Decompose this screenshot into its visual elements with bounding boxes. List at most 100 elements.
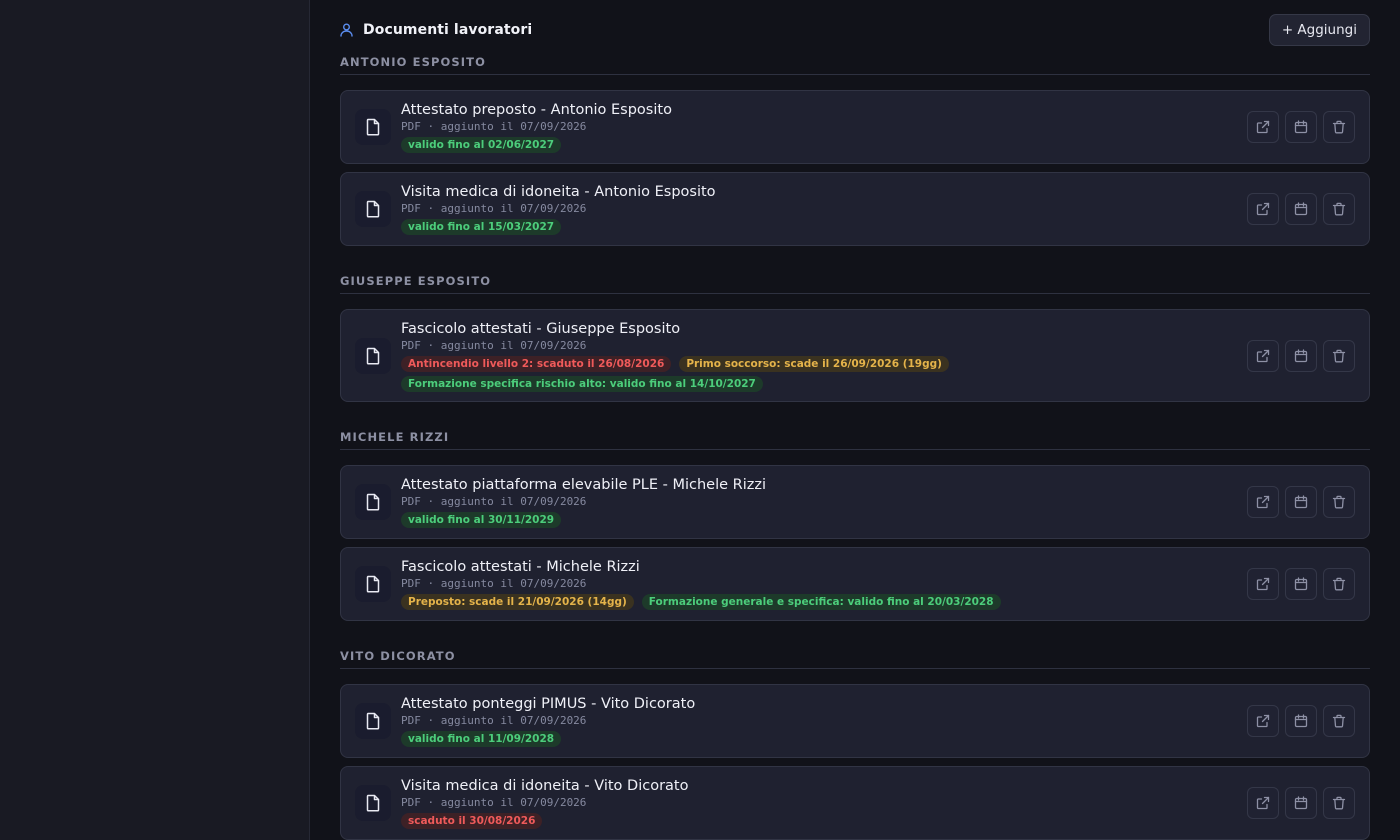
calendar-icon [1294,714,1308,728]
set-expiry-button[interactable] [1285,568,1317,600]
open-document-button[interactable] [1247,193,1279,225]
document-info: Fascicolo attestati - Michele Rizzi PDF ·… [401,558,1247,610]
main-panel: Documenti lavoratori + Aggiungi ANTONIO … [310,0,1400,840]
external-link-icon [1256,796,1270,810]
status-badge: Formazione generale e specifica: valido … [641,594,1001,610]
status-badge: Formazione specifica rischio alto: valid… [401,375,763,392]
user-icon [340,23,353,37]
document-card[interactable]: Visita medica di idoneita - Vito Dicorat… [340,766,1370,840]
status-badges: valido fino al 15/03/2027 [401,219,1001,235]
document-meta: PDF · aggiunto il 07/09/2026 [401,796,587,809]
worker-group: ANTONIO ESPOSITO Attestato preposto - Ant… [340,55,1370,274]
set-expiry-button[interactable] [1285,111,1317,143]
calendar-icon [1294,796,1308,810]
document-title: Attestato ponteggi PIMUS - Vito Dicorato [401,696,696,712]
calendar-icon [1294,120,1308,134]
set-expiry-button[interactable] [1285,193,1317,225]
open-document-button[interactable] [1247,339,1279,372]
worker-group: VITO DICORATO Attestato ponteggi PIMUS - … [340,649,1370,840]
status-badge: Primo soccorso: scade il 26/09/2026 (19g… [679,355,949,372]
open-document-button[interactable] [1247,111,1279,143]
open-document-button[interactable] [1247,787,1279,819]
delete-document-button[interactable] [1323,193,1355,225]
external-link-icon [1256,495,1270,509]
document-card[interactable]: Attestato piattaforma elevabile PLE - Mi… [340,465,1370,539]
document-meta: PDF · aggiunto il 07/09/2026 [401,202,587,215]
file-icon [355,109,391,145]
header-title-group: Documenti lavoratori [340,22,532,38]
external-link-icon [1256,714,1270,728]
document-info: Attestato preposto - Antonio Esposito PDF… [401,101,1247,153]
document-card[interactable]: Fascicolo attestati - Giuseppe Esposito P… [340,309,1370,402]
worker-name-heading: GIUSEPPE ESPOSITO [340,274,1370,294]
status-badge: valido fino al 15/03/2027 [401,219,562,235]
document-meta: PDF · aggiunto il 07/09/2026 [401,577,587,590]
document-title: Visita medica di idoneita - Vito Dicorat… [401,778,689,794]
document-title: Fascicolo attestati - Michele Rizzi [401,559,640,575]
document-meta: PDF · aggiunto il 07/09/2026 [401,714,587,727]
open-document-button[interactable] [1247,705,1279,737]
worker-group: GIUSEPPE ESPOSITO Fascicolo attestati - G… [340,274,1370,430]
set-expiry-button[interactable] [1285,486,1317,518]
set-expiry-button[interactable] [1285,705,1317,737]
document-actions [1247,787,1355,819]
delete-document-button[interactable] [1323,486,1355,518]
document-meta: PDF · aggiunto il 07/09/2026 [401,120,587,133]
document-card[interactable]: Visita medica di idoneita - Antonio Espo… [340,172,1370,246]
status-badge: valido fino al 11/09/2028 [401,731,562,747]
status-badges: Preposto: scade il 21/09/2026 (14gg) Form… [401,594,1001,610]
set-expiry-button[interactable] [1285,787,1317,819]
delete-document-button[interactable] [1323,339,1355,372]
external-link-icon [1256,202,1270,216]
sidebar [0,0,310,840]
page-header: Documenti lavoratori + Aggiungi [340,14,1370,46]
status-badge: Preposto: scade il 21/09/2026 (14gg) [401,594,634,610]
open-document-button[interactable] [1247,568,1279,600]
status-badges: scaduto il 30/08/2026 [401,813,1001,829]
worker-name-heading: ANTONIO ESPOSITO [340,55,1370,75]
app-layout: Documenti lavoratori + Aggiungi ANTONIO … [0,0,1400,840]
delete-document-button[interactable] [1323,568,1355,600]
status-badge: scaduto il 30/08/2026 [401,813,543,829]
file-icon [355,337,391,374]
calendar-icon [1294,495,1308,509]
trash-icon [1332,495,1346,509]
status-badges: valido fino al 11/09/2028 [401,731,1001,747]
document-card[interactable]: Fascicolo attestati - Michele Rizzi PDF ·… [340,547,1370,621]
document-card[interactable]: Attestato ponteggi PIMUS - Vito Dicorato… [340,684,1370,758]
file-icon [355,785,391,821]
status-badges: Antincendio livello 2: scaduto il 26/08/… [401,355,1001,392]
status-badges: valido fino al 02/06/2027 [401,137,1001,153]
document-info: Fascicolo attestati - Giuseppe Esposito P… [401,320,1247,392]
trash-icon [1332,714,1346,728]
external-link-icon [1256,577,1270,591]
document-info: Attestato ponteggi PIMUS - Vito Dicorato… [401,695,1247,747]
document-info: Attestato piattaforma elevabile PLE - Mi… [401,476,1247,528]
document-actions [1247,111,1355,143]
documents-list: ANTONIO ESPOSITO Attestato preposto - Ant… [340,55,1370,840]
calendar-icon [1294,577,1308,591]
document-title: Visita medica di idoneita - Antonio Espo… [401,184,716,200]
document-card[interactable]: Attestato preposto - Antonio Esposito PDF… [340,90,1370,164]
document-meta: PDF · aggiunto il 07/09/2026 [401,495,587,508]
file-icon [355,191,391,227]
document-title: Attestato piattaforma elevabile PLE - Mi… [401,477,767,493]
file-icon [355,484,391,520]
external-link-icon [1256,349,1270,363]
page-title: Documenti lavoratori [363,22,533,38]
delete-document-button[interactable] [1323,705,1355,737]
document-meta: PDF · aggiunto il 07/09/2026 [401,338,587,352]
delete-document-button[interactable] [1323,111,1355,143]
calendar-icon [1294,202,1308,216]
worker-group: MICHELE RIZZI Attestato piattaforma eleva… [340,430,1370,649]
status-badge: valido fino al 30/11/2029 [401,512,562,528]
worker-name-heading: MICHELE RIZZI [340,430,1370,450]
set-expiry-button[interactable] [1285,339,1317,372]
trash-icon [1332,349,1346,363]
delete-document-button[interactable] [1323,787,1355,819]
trash-icon [1332,202,1346,216]
status-badge: valido fino al 02/06/2027 [401,137,562,153]
open-document-button[interactable] [1247,486,1279,518]
file-icon [355,703,391,739]
add-document-button[interactable]: + Aggiungi [1268,14,1370,46]
